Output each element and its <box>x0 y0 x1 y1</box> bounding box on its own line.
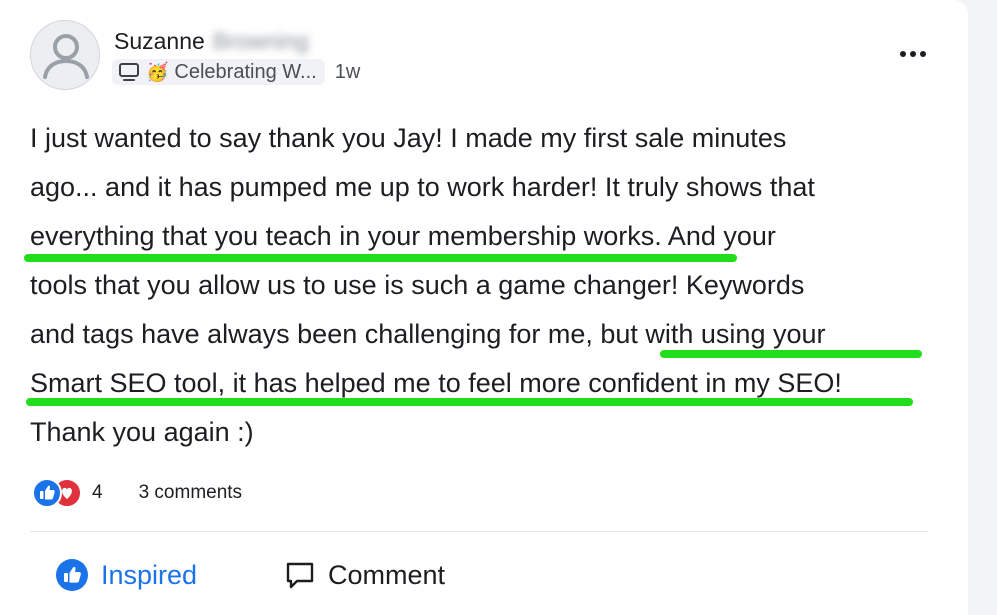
computer-icon <box>119 63 139 81</box>
reaction-count: 4 <box>92 482 103 503</box>
comment-button[interactable]: Comment <box>284 553 445 597</box>
post-time[interactable]: 1w <box>335 61 361 84</box>
author-first-name[interactable]: Suzanne <box>114 28 205 54</box>
badge-label: Celebrating W... <box>174 60 317 83</box>
post-line: I just wanted to say thank you Jay! I ma… <box>30 123 787 153</box>
divider <box>30 531 928 532</box>
reactions-summary[interactable]: 4 3 comments <box>30 478 242 508</box>
group-badge[interactable]: 🥳 Celebrating W... <box>112 59 325 85</box>
post-line: ago... and it has pumped me up to work h… <box>30 172 815 202</box>
like-reaction-icon <box>32 478 62 508</box>
author-name[interactable]: Suzanne Browning <box>114 28 309 55</box>
post-line: tools that you allow us to use is such a… <box>30 270 805 300</box>
highlight-underline <box>26 398 913 406</box>
inspired-button[interactable]: Inspired <box>55 553 197 597</box>
inspired-label[interactable]: Inspired <box>101 560 197 591</box>
highlight-underline <box>660 350 922 358</box>
comment-bubble-icon <box>286 562 314 589</box>
post-card: Suzanne Browning 🥳 Celebrating W... 1w I … <box>0 0 968 615</box>
highlight-underline <box>24 254 737 262</box>
comments-count[interactable]: 3 comments <box>139 482 242 504</box>
comment-label[interactable]: Comment <box>328 560 445 591</box>
inspired-thumbs-up-icon <box>56 559 88 591</box>
page-background <box>968 0 997 615</box>
reaction-icons <box>30 478 86 508</box>
author-last-name-blurred[interactable]: Browning <box>213 28 309 55</box>
post-line: Thank you again :) <box>30 417 254 447</box>
avatar-placeholder-icon <box>43 34 89 79</box>
avatar[interactable] <box>30 20 100 90</box>
party-emoji-icon: 🥳 <box>146 61 169 82</box>
post-meta: 🥳 Celebrating W... 1w <box>112 57 360 87</box>
more-options-icon[interactable] <box>896 42 930 66</box>
